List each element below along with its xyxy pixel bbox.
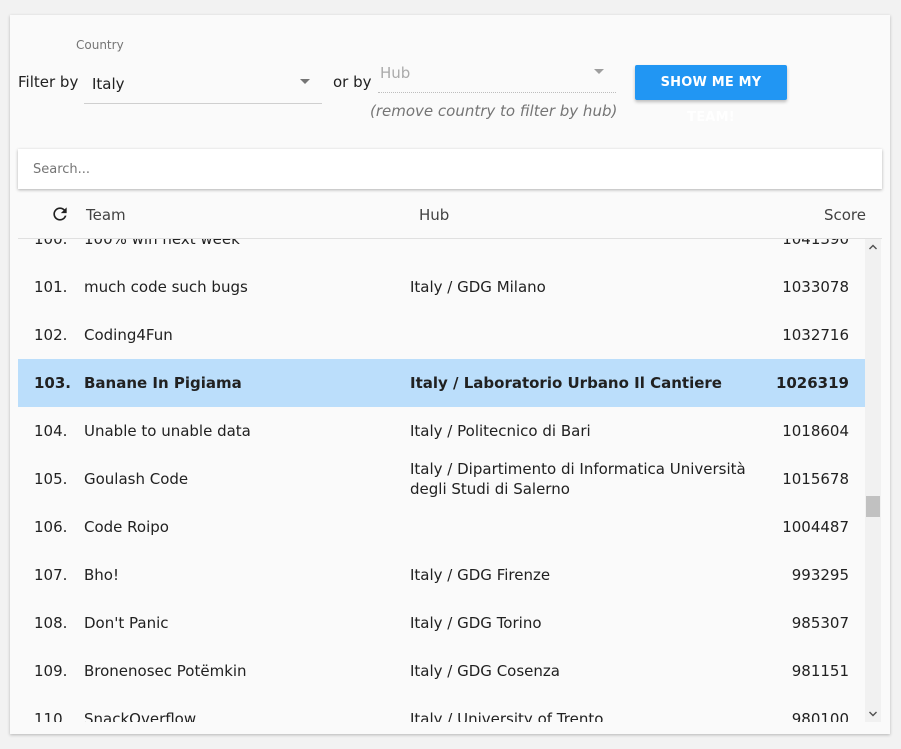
- score-cell: 1015678: [782, 470, 849, 488]
- rank-cell: 108.: [34, 614, 68, 632]
- table-row[interactable]: 102. Coding4Fun 1032716: [18, 311, 865, 359]
- leaderboard-card: Filter by Country Italy or by Hub (remov…: [10, 15, 890, 734]
- table-row[interactable]: 106. Code Roipo 1004487: [18, 503, 865, 551]
- hub-cell: [410, 503, 780, 551]
- leaderboard-rows: 100. 100% win next week 1041390 101. much co…: [18, 239, 865, 722]
- hub-hint-text: (remove country to filter by hub): [370, 102, 618, 120]
- hub-cell: Italy / Laboratorio Urbano Il Cantiere: [410, 374, 722, 392]
- search-input[interactable]: [18, 149, 882, 189]
- score-cell: 981151: [791, 662, 849, 680]
- table-header: Team Hub Score: [18, 191, 882, 239]
- team-name-cell: Goulash Code: [84, 470, 189, 488]
- table-row-selected[interactable]: 103. Banane In Pigiama Italy / Laboratorio…: [18, 359, 865, 407]
- score-cell: 1041390: [782, 239, 849, 248]
- score-cell: 980100: [791, 710, 849, 722]
- column-header-team[interactable]: Team: [86, 206, 126, 224]
- team-name-cell: Don't Panic: [84, 614, 169, 632]
- country-select[interactable]: Italy: [84, 67, 322, 104]
- country-select-value: Italy: [92, 75, 125, 93]
- search-box: [18, 149, 882, 189]
- table-row[interactable]: 105. Goulash Code Italy / Dipartimento di …: [18, 455, 865, 503]
- score-cell: 1018604: [782, 422, 849, 440]
- scroll-up-arrow-icon[interactable]: [865, 239, 881, 255]
- score-cell: 985307: [791, 614, 849, 632]
- hub-cell: Italy / Politecnico di Bari: [410, 422, 591, 440]
- table-row[interactable]: 110. SnackOverflow Italy / University of T…: [18, 695, 865, 722]
- rank-cell: 103.: [34, 374, 72, 392]
- table-row[interactable]: 104. Unable to unable data Italy / Politec…: [18, 407, 865, 455]
- rank-cell: 109.: [34, 662, 68, 680]
- scrollbar-thumb[interactable]: [866, 496, 880, 517]
- score-cell: 1032716: [782, 326, 849, 344]
- table-row[interactable]: 100. 100% win next week 1041390: [18, 239, 865, 263]
- hub-cell: Italy / GDG Milano: [410, 278, 546, 296]
- hub-cell: Italy / GDG Firenze: [410, 566, 551, 584]
- scroll-down-arrow-icon[interactable]: [865, 706, 881, 722]
- or-by-label: or by: [333, 73, 372, 91]
- team-name-cell: 100% win next week: [84, 239, 240, 248]
- hub-cell: Italy / Dipartimento di Informatica Univ…: [410, 460, 746, 498]
- team-name-cell: much code such bugs: [84, 278, 248, 296]
- column-header-hub[interactable]: Hub: [419, 206, 449, 224]
- hub-cell: Italy / University of Trento: [410, 710, 604, 722]
- hub-cell: Italy / GDG Cosenza: [410, 662, 560, 680]
- chevron-down-icon: [300, 79, 310, 84]
- table-row[interactable]: 101. much code such bugs Italy / GDG Milan…: [18, 263, 865, 311]
- leaderboard-list[interactable]: 100. 100% win next week 1041390 101. much co…: [18, 239, 865, 722]
- hub-cell: Italy / GDG Torino: [410, 614, 542, 632]
- show-my-team-button[interactable]: SHOW ME MY TEAM!: [635, 65, 787, 125]
- rank-cell: 101.: [34, 278, 68, 296]
- column-header-score[interactable]: Score: [824, 206, 866, 224]
- team-name-cell: Unable to unable data: [84, 422, 251, 440]
- country-field-label: Country: [76, 38, 124, 52]
- rank-cell: 100.: [34, 239, 68, 248]
- refresh-icon[interactable]: [50, 204, 70, 224]
- team-name-cell: SnackOverflow: [84, 710, 197, 722]
- rank-cell: 104.: [34, 422, 68, 440]
- table-row[interactable]: 107. Bho! Italy / GDG Firenze 993295: [18, 551, 865, 599]
- table-row[interactable]: 109. Bronenosec Potëmkin Italy / GDG Cosen…: [18, 647, 865, 695]
- hub-cell: [410, 239, 780, 263]
- team-name-cell: Banane In Pigiama: [84, 374, 242, 392]
- chevron-down-icon: [594, 69, 604, 74]
- hub-select: Hub: [378, 60, 616, 93]
- team-name-cell: Bronenosec Potëmkin: [84, 662, 247, 680]
- rank-cell: 102.: [34, 326, 68, 344]
- rank-cell: 110.: [34, 710, 68, 722]
- score-cell: 1004487: [782, 518, 849, 536]
- team-name-cell: Bho!: [84, 566, 119, 584]
- team-name-cell: Code Roipo: [84, 518, 169, 536]
- score-cell: 1033078: [782, 278, 849, 296]
- table-row[interactable]: 108. Don't Panic Italy / GDG Torino 985307: [18, 599, 865, 647]
- scrollbar[interactable]: [865, 239, 881, 722]
- rank-cell: 107.: [34, 566, 68, 584]
- hub-cell: [410, 311, 780, 359]
- rank-cell: 106.: [34, 518, 68, 536]
- team-name-cell: Coding4Fun: [84, 326, 173, 344]
- rank-cell: 105.: [34, 470, 68, 488]
- score-cell: 1026319: [775, 374, 849, 392]
- hub-select-placeholder: Hub: [380, 64, 411, 82]
- filter-by-label: Filter by: [18, 73, 79, 91]
- score-cell: 993295: [791, 566, 849, 584]
